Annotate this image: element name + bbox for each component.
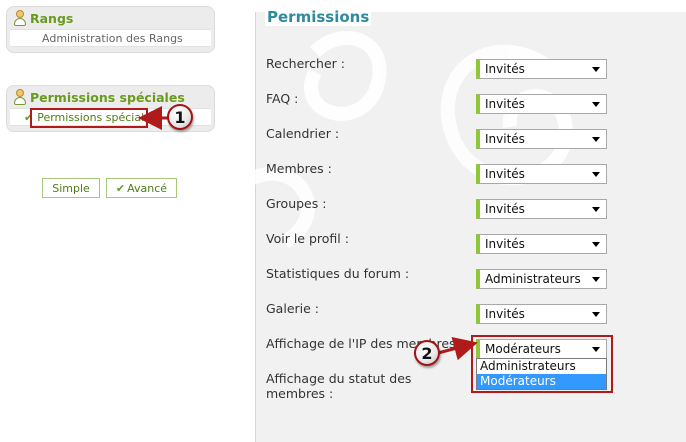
permissions-speciales-title: Permissions spéciales xyxy=(30,89,185,105)
select-rechercher[interactable]: Invités xyxy=(476,59,607,79)
chevron-down-icon xyxy=(592,312,600,317)
sidebar-item-administration-rangs[interactable]: Administration des Rangs xyxy=(10,29,211,47)
select-value: Modérateurs xyxy=(485,342,561,356)
select-calendrier[interactable]: Invités xyxy=(476,129,607,149)
annotation-badge-1: 1 xyxy=(167,104,193,130)
rangs-title: Rangs xyxy=(30,10,74,26)
field-label-membres: Membres : xyxy=(266,161,332,176)
user-icon xyxy=(13,89,27,105)
select-affichage-ip[interactable]: Modérateurs xyxy=(476,339,607,359)
dropdown-option-administrateurs[interactable]: Administrateurs xyxy=(477,359,606,374)
dropdown-option-moderateurs[interactable]: Modérateurs xyxy=(477,374,606,389)
select-value: Invités xyxy=(485,132,525,146)
rangs-header: Rangs xyxy=(7,7,214,29)
page-title: Permissions xyxy=(265,8,372,26)
chevron-down-icon xyxy=(592,137,600,142)
select-value: Invités xyxy=(485,167,525,181)
field-label-rechercher: Rechercher : xyxy=(266,56,345,71)
rangs-box: Rangs Administration des Rangs xyxy=(6,6,215,53)
field-label-statistiques: Statistiques du forum : xyxy=(266,266,410,281)
field-label-affichage-statut: Affichage du statut des membres : xyxy=(266,371,412,401)
permissions-speciales-link[interactable]: Permissions spéciales xyxy=(37,111,156,124)
select-groupes[interactable]: Invités xyxy=(476,199,607,219)
field-label-faq: FAQ : xyxy=(266,91,299,106)
checkmark-icon: ✔ xyxy=(24,110,34,124)
select-value: Invités xyxy=(485,202,525,216)
checkmark-icon: ✔ xyxy=(115,181,126,195)
user-icon xyxy=(13,10,27,26)
simple-button[interactable]: Simple xyxy=(42,178,100,198)
avance-button-label: Avancé xyxy=(127,181,168,195)
select-value: Invités xyxy=(485,237,525,251)
chevron-down-icon xyxy=(592,67,600,72)
field-label-groupes: Groupes : xyxy=(266,196,327,211)
chevron-down-icon xyxy=(592,242,600,247)
affichage-ip-dropdown-list: Administrateurs Modérateurs xyxy=(476,358,607,390)
field-label-galerie: Galerie : xyxy=(266,301,319,316)
avance-button[interactable]: ✔ Avancé xyxy=(106,178,177,198)
chevron-down-icon xyxy=(592,347,600,352)
select-value: Administrateurs xyxy=(485,272,581,286)
select-faq[interactable]: Invités xyxy=(476,94,607,114)
select-value: Invités xyxy=(485,97,525,111)
chevron-down-icon xyxy=(592,172,600,177)
annotation-badge-2: 2 xyxy=(414,340,440,366)
select-value: Invités xyxy=(485,307,525,321)
select-galerie[interactable]: Invités xyxy=(476,304,607,324)
chevron-down-icon xyxy=(592,207,600,212)
field-label-voir-profil: Voir le profil : xyxy=(266,231,349,246)
select-value: Invités xyxy=(485,62,525,76)
select-membres[interactable]: Invités xyxy=(476,164,607,184)
select-voir-profil[interactable]: Invités xyxy=(476,234,607,254)
chevron-down-icon xyxy=(592,102,600,107)
administration-rangs-link[interactable]: Administration des Rangs xyxy=(42,32,183,45)
select-statistiques[interactable]: Administrateurs xyxy=(476,269,607,289)
field-label-calendrier: Calendrier : xyxy=(266,126,340,141)
simple-button-label: Simple xyxy=(52,181,90,195)
chevron-down-icon xyxy=(592,277,600,282)
